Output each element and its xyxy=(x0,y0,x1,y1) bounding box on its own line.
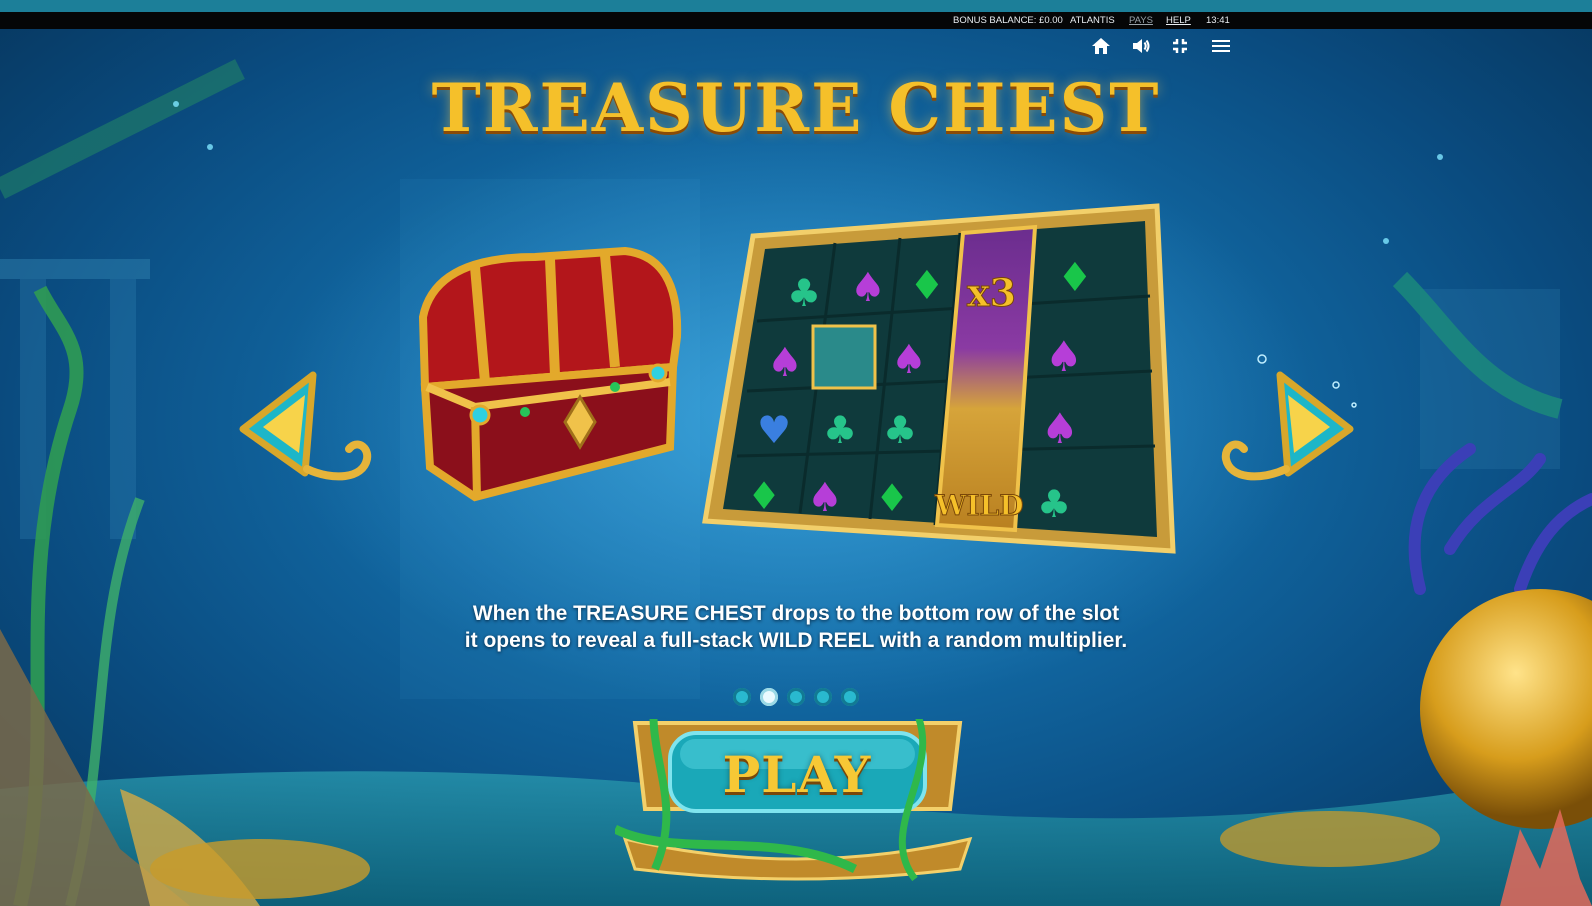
treasure-chest-image xyxy=(418,247,682,502)
top-accent-strip xyxy=(0,0,1592,12)
home-icon[interactable] xyxy=(1088,33,1114,59)
previous-arrow-button[interactable] xyxy=(233,369,375,496)
svg-text:♣: ♣ xyxy=(883,408,917,452)
page-dot-5[interactable] xyxy=(841,688,859,706)
play-button[interactable]: PLAY xyxy=(615,719,980,889)
caption-line-2: it opens to reveal a full-stack WILD REE… xyxy=(464,629,1128,652)
slide-title: TREASURE CHEST xyxy=(431,69,1161,147)
game-name: ATLANTIS xyxy=(1070,15,1115,26)
svg-text:♣: ♣ xyxy=(1037,482,1071,526)
svg-text:♠: ♠ xyxy=(807,475,843,521)
info-bar: BONUS BALANCE: £0.00 ATLANTIS PAYS HELP … xyxy=(0,12,1592,29)
svg-text:♣: ♣ xyxy=(823,408,857,452)
reel-multiplier: x3 xyxy=(967,270,1016,315)
slide-caption: When the TREASURE CHEST drops to the bot… xyxy=(296,600,1296,654)
next-arrow-button[interactable] xyxy=(1218,369,1360,496)
svg-text:♦: ♦ xyxy=(909,263,945,309)
svg-text:♥: ♥ xyxy=(757,408,791,452)
volume-icon[interactable] xyxy=(1128,33,1154,59)
page-dot-4[interactable] xyxy=(814,688,832,706)
pays-link[interactable]: PAYS xyxy=(1129,15,1153,26)
clock: 13:41 xyxy=(1206,15,1230,26)
page-dot-3[interactable] xyxy=(787,688,805,706)
bonus-balance: BONUS BALANCE: £0.00 xyxy=(953,15,1063,26)
page-dot-1[interactable] xyxy=(733,688,751,706)
svg-text:♦: ♦ xyxy=(1057,255,1093,301)
svg-text:♠: ♠ xyxy=(891,337,927,383)
svg-text:♦: ♦ xyxy=(875,476,909,520)
svg-text:♦: ♦ xyxy=(747,474,781,518)
caption-line-1: When the TREASURE CHEST drops to the bot… xyxy=(472,602,1120,625)
svg-text:♠: ♠ xyxy=(767,340,803,386)
slot-reels-preview: ♣ ♠ ♦ ♦ ♠ ♠ ♠ ♥ ♣ ♣ ♠ ♦ ♠ ♦ ♣ x3 WILD xyxy=(702,203,1176,554)
game-scene: TREASURE CHEST ♣ ♠ ♦ ♦ ♠ ♠ ♠ ♥ ♣ ♣ ♠ ♦ ♠… xyxy=(0,29,1592,906)
help-link[interactable]: HELP xyxy=(1166,15,1191,26)
wild-label: WILD xyxy=(934,489,1024,522)
svg-text:♠: ♠ xyxy=(1041,404,1079,453)
svg-text:♠: ♠ xyxy=(850,265,886,311)
menu-icon[interactable] xyxy=(1208,33,1234,59)
svg-text:♠: ♠ xyxy=(1045,332,1083,381)
play-button-label: PLAY xyxy=(722,745,872,804)
exit-fullscreen-icon[interactable] xyxy=(1167,33,1193,59)
svg-text:♣: ♣ xyxy=(787,271,821,315)
page-dot-2[interactable] xyxy=(760,688,778,706)
